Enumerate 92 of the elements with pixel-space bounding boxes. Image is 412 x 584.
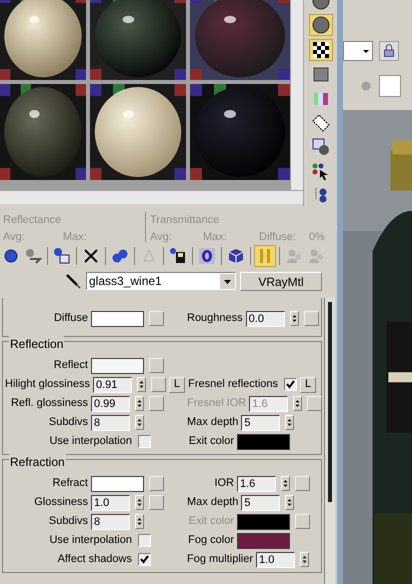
number-field[interactable]: 1.6 xyxy=(237,476,276,492)
number-field[interactable]: 0.91 xyxy=(92,376,132,392)
eyedropper-icon[interactable] xyxy=(64,272,82,290)
spinner[interactable] xyxy=(136,377,146,392)
color-swatch[interactable] xyxy=(237,532,290,548)
scrollbar[interactable] xyxy=(0,190,303,204)
number-field[interactable]: 1.0 xyxy=(256,552,296,568)
field-label: Subdivs xyxy=(48,415,89,430)
field-label: Glossiness xyxy=(33,495,89,510)
field-label: Diffuse xyxy=(52,311,89,326)
spinner[interactable] xyxy=(135,415,144,430)
cube-icon xyxy=(227,247,245,265)
diffuse-label: Diffuse: xyxy=(259,230,298,244)
window-sphere-icon xyxy=(310,137,330,158)
material-name: glass3_wine1 xyxy=(88,273,163,290)
map-button[interactable] xyxy=(150,377,166,392)
diffuse-value: 0% xyxy=(309,230,325,244)
field-label: Refl. glossiness xyxy=(10,396,89,412)
field-label: Max depth xyxy=(187,415,240,430)
field-label: Exit color xyxy=(188,434,235,450)
spheres-icon xyxy=(24,247,42,265)
spinner[interactable] xyxy=(293,396,302,411)
field-label: Use interpolation xyxy=(48,533,133,548)
transmittance-label: Transmittance xyxy=(150,213,220,228)
toolbar-button[interactable] xyxy=(196,245,218,267)
number-field[interactable]: 1.0 xyxy=(91,494,130,510)
dot-icon xyxy=(361,81,371,91)
material-name-dropdown[interactable]: glass3_wine1 xyxy=(86,272,236,290)
number-field[interactable]: 8 xyxy=(91,514,130,530)
color-swatch[interactable] xyxy=(91,310,144,326)
spinner[interactable] xyxy=(135,514,144,529)
lock-icon[interactable] xyxy=(379,41,399,61)
map-button[interactable] xyxy=(304,311,319,326)
field-label: Fresnel IOR xyxy=(187,396,248,412)
field-label: Fog color xyxy=(187,533,235,548)
field-label: Exit color xyxy=(188,514,235,530)
spinner[interactable] xyxy=(285,495,294,510)
sphere-icon xyxy=(310,15,330,36)
map-button[interactable] xyxy=(149,476,164,491)
map-button[interactable] xyxy=(149,311,164,326)
field-label: Roughness xyxy=(187,311,244,326)
spinner[interactable] xyxy=(135,396,144,411)
close-icon xyxy=(82,247,100,265)
channel-icon xyxy=(198,247,216,265)
material-type-button[interactable]: VRayMtl xyxy=(240,272,322,290)
reflectance-label: Reflectance xyxy=(3,213,62,228)
max-label: Max: xyxy=(203,230,228,244)
lock-button[interactable]: L xyxy=(300,376,316,392)
checker-icon xyxy=(310,40,330,60)
scrollbar[interactable] xyxy=(324,298,335,584)
sphere-box-icon xyxy=(53,247,71,265)
number-field[interactable]: 0.99 xyxy=(91,396,130,412)
color-swatch[interactable] xyxy=(91,358,144,374)
color-swatch[interactable] xyxy=(379,75,401,97)
spheres-icon xyxy=(111,247,129,265)
field-label: Subdivs xyxy=(48,514,89,530)
lock-button[interactable]: L xyxy=(168,376,185,392)
number-field[interactable]: 5 xyxy=(241,414,280,430)
spinner[interactable] xyxy=(300,552,310,567)
field-label: Affect shadows xyxy=(56,552,133,568)
number-field[interactable]: 0.0 xyxy=(246,310,285,326)
max-label: Max: xyxy=(62,230,87,244)
avg-label: Avg: xyxy=(3,230,25,244)
checkbox[interactable] xyxy=(284,378,297,391)
color-swatch[interactable] xyxy=(91,476,144,492)
spinner[interactable] xyxy=(281,476,290,491)
field-label: Use interpolation xyxy=(48,434,133,450)
map-button[interactable] xyxy=(149,495,164,510)
field-label: IOR xyxy=(213,476,235,492)
disk-icon xyxy=(169,247,187,265)
dropdown[interactable] xyxy=(343,41,373,61)
field-label: Max depth xyxy=(187,495,240,510)
spinner[interactable] xyxy=(290,311,299,326)
field-label: Reflect xyxy=(52,358,89,374)
avg-label: Avg: xyxy=(150,230,173,244)
field-label: Fog multiplier xyxy=(187,552,254,568)
field-label: Fresnel reflections xyxy=(187,377,279,392)
people-icon xyxy=(285,247,303,265)
scrollbar[interactable] xyxy=(290,0,303,190)
sphere-icon xyxy=(2,247,20,265)
checkbox[interactable] xyxy=(138,534,151,547)
color-swatch[interactable] xyxy=(237,434,290,450)
checkbox[interactable] xyxy=(138,435,151,448)
field-label: Refract xyxy=(52,476,89,492)
field-label: Hilight glossiness xyxy=(5,377,91,392)
cursor-icon xyxy=(310,161,330,182)
spinner[interactable] xyxy=(135,495,144,510)
people-icon xyxy=(307,247,325,265)
spinner[interactable] xyxy=(285,415,294,430)
checkbox[interactable] xyxy=(138,553,151,566)
number-field[interactable]: 8 xyxy=(91,414,130,430)
number-field[interactable]: 5 xyxy=(241,494,280,510)
